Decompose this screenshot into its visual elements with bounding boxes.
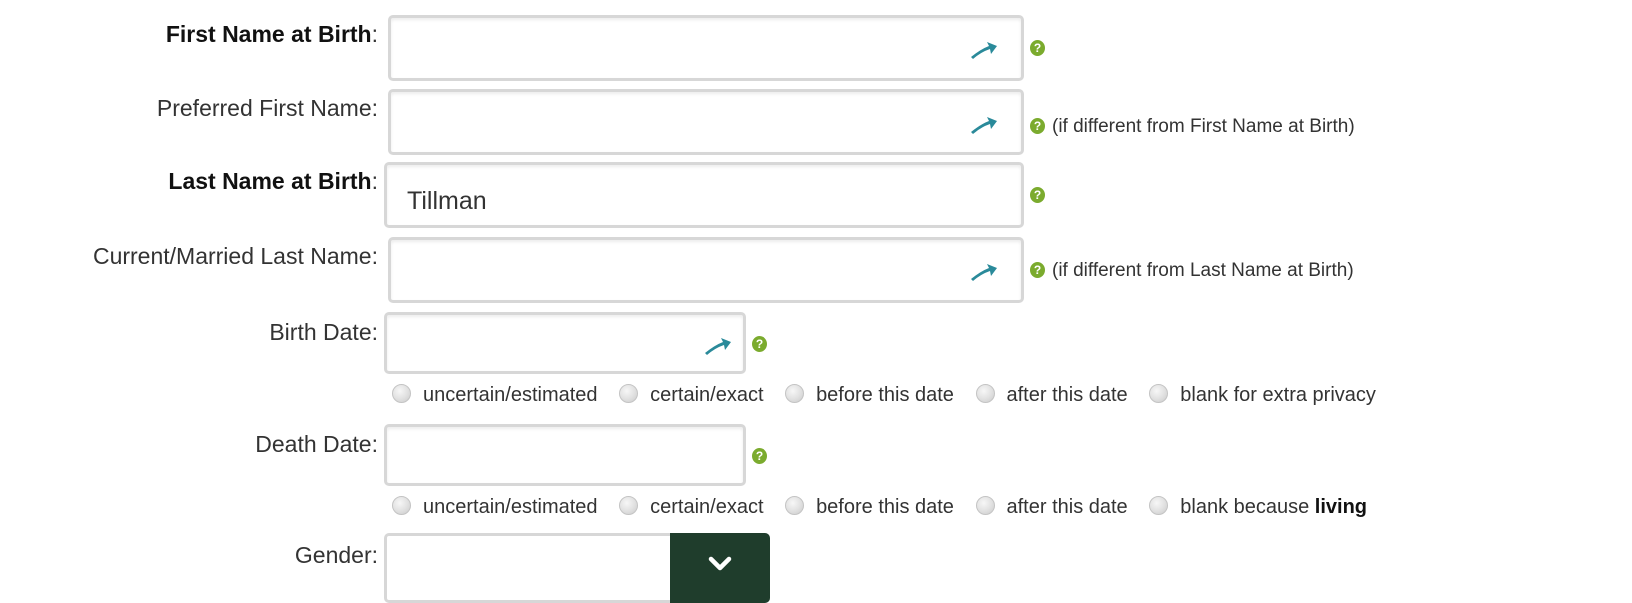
radio-option[interactable]: certain/exact — [619, 384, 764, 407]
gender-select[interactable] — [384, 533, 770, 603]
help-icon[interactable]: ? — [1030, 187, 1045, 203]
current-last-name-field[interactable] — [388, 237, 1024, 303]
radio-button[interactable] — [392, 496, 411, 516]
death-date-label: Death Date: — [255, 431, 378, 457]
preferred-first-name-input[interactable] — [391, 92, 1021, 152]
help-icon[interactable]: ? — [752, 448, 767, 464]
first-name-birth-label: First Name at Birth: — [165, 21, 378, 47]
death-date-field[interactable] — [384, 424, 746, 486]
help-icon[interactable]: ? — [752, 336, 767, 352]
radio-button[interactable] — [785, 496, 805, 516]
radio-option[interactable]: before this date — [785, 496, 954, 519]
first-name-birth-input[interactable] — [391, 18, 1021, 78]
radio-button[interactable] — [619, 496, 639, 516]
gender-dropdown-button[interactable] — [670, 533, 770, 603]
chevron-down-icon — [708, 556, 732, 571]
help-icon[interactable]: ? — [1030, 118, 1045, 134]
current-last-name-label: Current/Married Last Name: — [92, 243, 378, 269]
radio-option[interactable]: uncertain/estimated — [392, 496, 598, 519]
death-date-status-radios: uncertain/estimated certain/exact before… — [392, 496, 1367, 526]
last-name-birth-field[interactable] — [384, 162, 1024, 228]
wt-lookup-icon[interactable] — [703, 336, 733, 356]
preferred-first-name-note: (if different from First Name at Birth) — [1052, 116, 1355, 137]
radio-button[interactable] — [975, 384, 995, 404]
current-last-name-input[interactable] — [391, 240, 1021, 300]
radio-button[interactable] — [975, 496, 995, 516]
current-last-name-note: (if different from Last Name at Birth) — [1052, 260, 1354, 281]
radio-option[interactable]: uncertain/estimated — [392, 384, 598, 407]
radio-button[interactable] — [785, 384, 805, 404]
radio-option[interactable]: after this date — [975, 384, 1128, 407]
birth-date-input[interactable] — [387, 315, 743, 371]
radio-button[interactable] — [1149, 496, 1169, 516]
birth-date-status-radios: uncertain/estimated certain/exact before… — [392, 384, 1376, 414]
radio-option[interactable]: blank because living — [1149, 496, 1367, 519]
birth-date-label: Birth Date: — [269, 319, 378, 345]
help-icon[interactable]: ? — [1030, 262, 1045, 278]
radio-option[interactable]: after this date — [975, 496, 1128, 519]
gender-label: Gender: — [294, 542, 378, 568]
wt-lookup-icon[interactable] — [969, 262, 999, 282]
birth-date-field[interactable] — [384, 312, 746, 374]
wt-lookup-icon[interactable] — [969, 115, 999, 135]
wt-lookup-icon[interactable] — [969, 40, 999, 60]
radio-option[interactable]: before this date — [785, 384, 954, 407]
last-name-birth-input[interactable] — [387, 165, 1021, 225]
radio-option[interactable]: blank for extra privacy — [1149, 384, 1376, 407]
preferred-first-name-field[interactable] — [388, 89, 1024, 155]
first-name-birth-field[interactable] — [388, 15, 1024, 81]
radio-button[interactable] — [619, 384, 639, 404]
help-icon[interactable]: ? — [1030, 40, 1045, 56]
radio-button[interactable] — [392, 384, 411, 404]
radio-button[interactable] — [1149, 384, 1169, 404]
radio-option[interactable]: certain/exact — [619, 496, 764, 519]
death-date-input[interactable] — [387, 427, 743, 483]
preferred-first-name-label: Preferred First Name: — [156, 95, 378, 121]
last-name-birth-label: Last Name at Birth: — [168, 168, 378, 194]
